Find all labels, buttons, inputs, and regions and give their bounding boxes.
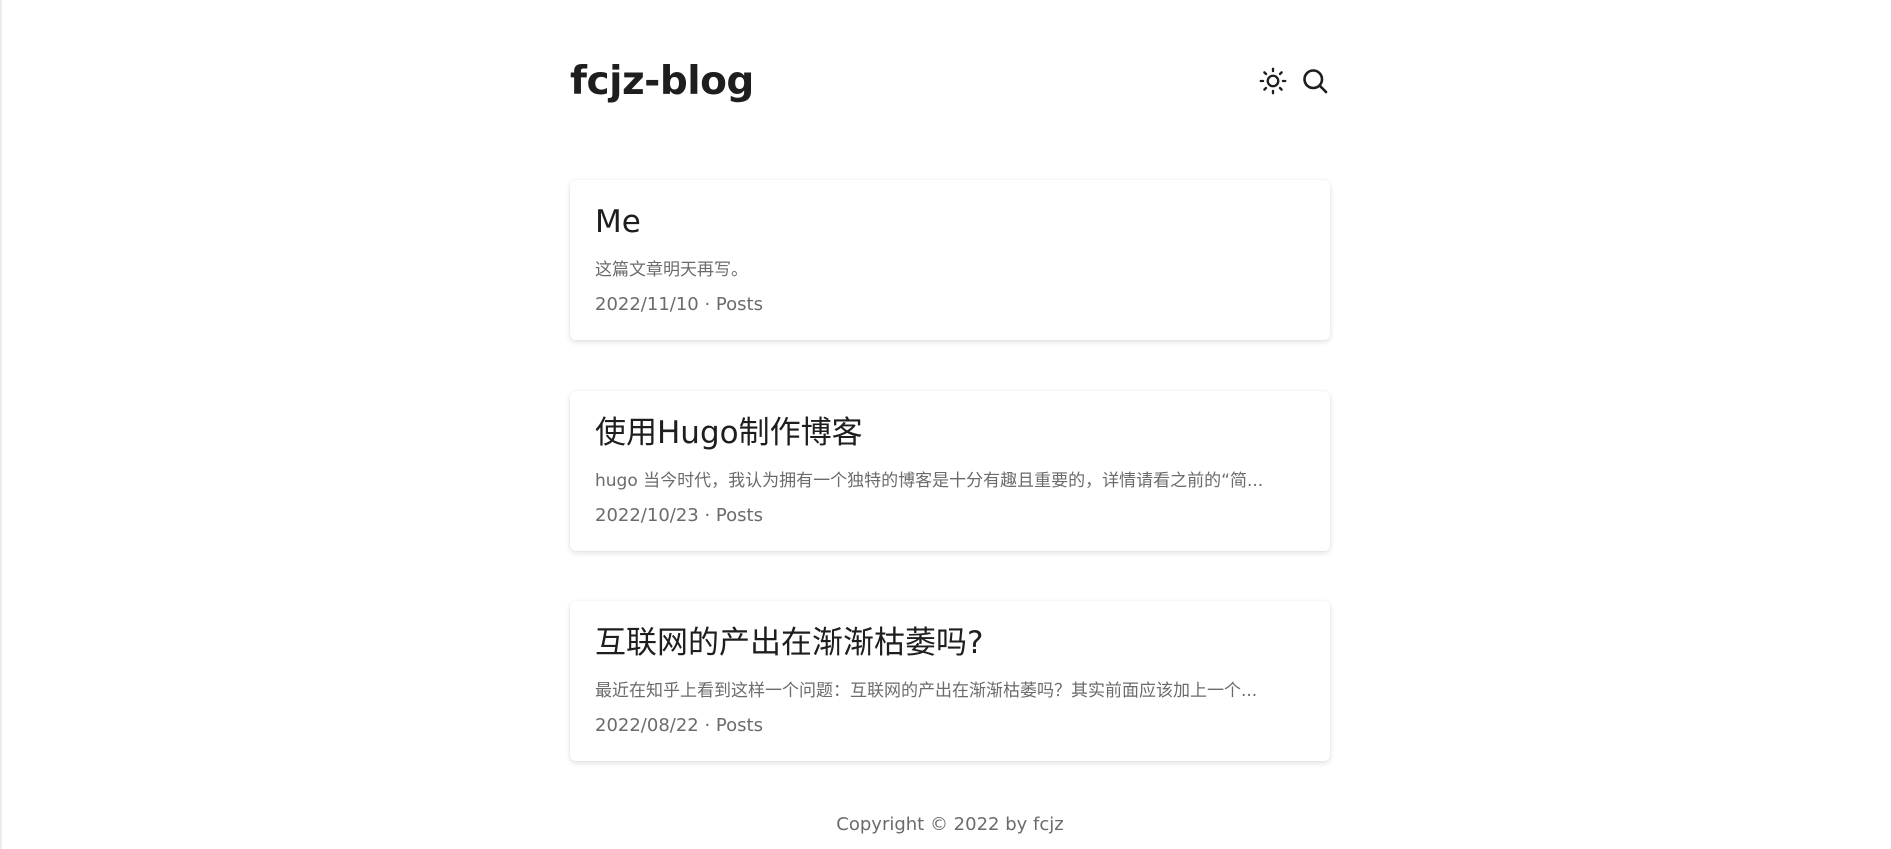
window-edge	[0, 0, 2, 849]
post-meta: 2022/11/10 · Posts	[595, 294, 763, 315]
site-header: fcjz-blog	[570, 0, 1330, 166]
post-title: 使用Hugo制作博客	[595, 415, 863, 451]
copyright-text: Copyright © 2022 by fcjz	[836, 814, 1064, 835]
post-meta: 2022/10/23 · Posts	[595, 505, 763, 526]
post-meta: 2022/08/22 · Posts	[595, 715, 763, 736]
post-summary: 这篇文章明天再写。	[595, 260, 748, 280]
search-button[interactable]	[1300, 66, 1330, 96]
sun-icon	[1259, 67, 1287, 95]
site-title-link[interactable]: fcjz-blog	[570, 56, 754, 108]
post-title: Me	[595, 204, 641, 240]
search-icon	[1303, 69, 1328, 94]
post-title: 互联网的产出在渐渐枯萎吗?	[595, 625, 984, 661]
page: fcjz-blog Me 这篇文章明天再写。 2022/11/10 · Post…	[0, 0, 1891, 849]
main-container: fcjz-blog Me 这篇文章明天再写。 2022/11/10 · Post…	[570, 0, 1330, 835]
post-summary: 最近在知乎上看到这样一个问题：互联网的产出在渐渐枯萎吗？其实前面应该加上一个..…	[595, 681, 1258, 701]
header-tools	[1258, 66, 1330, 96]
site-footer: Copyright © 2022 by fcjz	[570, 813, 1330, 837]
post-card[interactable]: 互联网的产出在渐渐枯萎吗? 最近在知乎上看到这样一个问题：互联网的产出在渐渐枯萎…	[570, 601, 1330, 761]
post-card[interactable]: Me 这篇文章明天再写。 2022/11/10 · Posts	[570, 180, 1330, 340]
post-card[interactable]: 使用Hugo制作博客 hugo 当今时代，我认为拥有一个独特的博客是十分有趣且重…	[570, 391, 1330, 551]
theme-toggle-button[interactable]	[1258, 66, 1288, 96]
post-summary: hugo 当今时代，我认为拥有一个独特的博客是十分有趣且重要的，详情请看之前的“…	[595, 471, 1264, 491]
